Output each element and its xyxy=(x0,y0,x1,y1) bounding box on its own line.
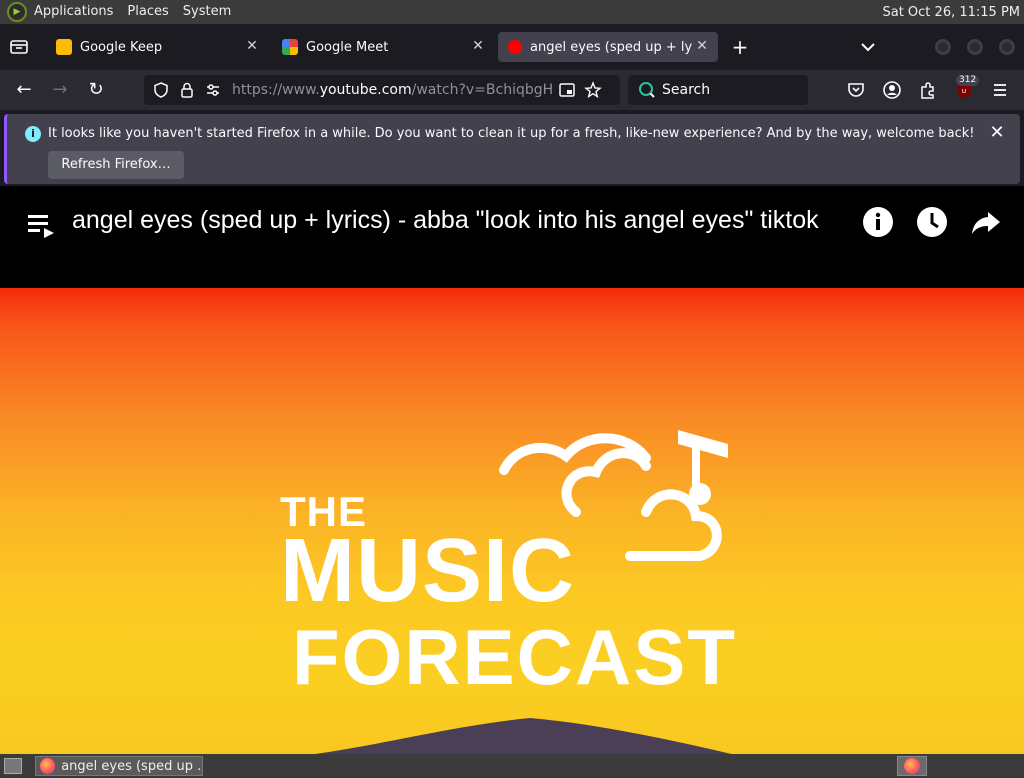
close-tab-icon[interactable]: ✕ xyxy=(470,38,486,54)
google-meet-icon xyxy=(282,39,298,55)
menu-applications[interactable]: Applications xyxy=(27,0,120,24)
video-header: angel eyes (sped up + lyrics) - abba "lo… xyxy=(0,186,1024,288)
minimize-button[interactable] xyxy=(935,39,951,55)
cloud-music-note-icon xyxy=(499,430,728,561)
show-desktop-icon[interactable] xyxy=(4,758,22,774)
bookmark-star-icon[interactable] xyxy=(584,81,602,99)
url-path: /watch?v=BchiqbgHCyw8 xyxy=(411,82,552,98)
distro-logo-icon[interactable]: ▶ xyxy=(7,2,27,22)
close-notification-icon[interactable]: ✕ xyxy=(988,124,1006,142)
workspace-firefox-icon[interactable] xyxy=(897,756,927,776)
close-tab-icon[interactable]: ✕ xyxy=(694,38,710,54)
extensions-icon[interactable] xyxy=(918,80,938,100)
close-tab-icon[interactable]: ✕ xyxy=(244,38,260,54)
refresh-firefox-button[interactable]: Refresh Firefox… xyxy=(48,151,184,179)
navigation-toolbar: ← → ↻ https://www.youtube.com/watch?v=Bc… xyxy=(0,70,1024,110)
sidebar-toggle-icon[interactable] xyxy=(9,38,29,56)
account-icon[interactable] xyxy=(882,80,902,100)
url-bar[interactable]: https://www.youtube.com/watch?v=BchiqbgH… xyxy=(144,75,620,105)
shield-icon[interactable] xyxy=(152,81,170,99)
tab-google-keep[interactable]: Google Keep ✕ xyxy=(46,32,268,62)
list-all-tabs-icon[interactable] xyxy=(858,37,878,57)
picture-in-picture-icon[interactable] xyxy=(558,81,576,99)
tab-label: Google Meet xyxy=(306,39,389,55)
svg-text:u: u xyxy=(962,87,966,95)
reload-button[interactable]: ↻ xyxy=(86,80,106,100)
watch-later-icon[interactable] xyxy=(916,206,948,238)
url-domain: youtube.com xyxy=(319,82,412,98)
tab-youtube-active[interactable]: angel eyes (sped up + lyrics) - abba ✕ xyxy=(498,32,718,62)
menu-system[interactable]: System xyxy=(176,0,238,24)
info-icon[interactable] xyxy=(862,206,894,238)
menu-places[interactable]: Places xyxy=(120,0,175,24)
info-icon: i xyxy=(25,126,41,142)
new-tab-button[interactable]: + xyxy=(730,37,750,57)
search-placeholder: Search xyxy=(662,82,711,98)
video-title[interactable]: angel eyes (sped up + lyrics) - abba "lo… xyxy=(72,206,852,235)
taskbar-window-label: angel eyes (sped up ... xyxy=(61,758,202,774)
tab-google-meet[interactable]: Google Meet ✕ xyxy=(272,32,494,62)
back-button[interactable]: ← xyxy=(14,80,34,100)
google-keep-icon xyxy=(56,39,72,55)
pocket-icon[interactable] xyxy=(846,80,866,100)
mountain-silhouette xyxy=(314,718,732,754)
firefox-icon xyxy=(40,758,56,774)
maximize-button[interactable] xyxy=(967,39,983,55)
tab-label: Google Keep xyxy=(80,39,163,55)
forward-button[interactable]: → xyxy=(50,80,70,100)
youtube-icon xyxy=(508,40,522,54)
tab-strip: Google Keep ✕ Google Meet ✕ angel eyes (… xyxy=(0,24,1024,70)
url-text[interactable]: https://www.youtube.com/watch?v=BchiqbgH… xyxy=(232,82,552,98)
playlist-icon[interactable] xyxy=(26,210,56,240)
url-prefix: https://www. xyxy=(232,82,320,98)
refresh-firefox-notification: i It looks like you haven't started Fire… xyxy=(4,114,1020,184)
permissions-icon[interactable] xyxy=(204,81,222,99)
firefox-icon xyxy=(904,758,920,774)
video-player[interactable]: THE MUSIC FORECAST xyxy=(0,288,1024,754)
hamburger-menu-icon[interactable] xyxy=(990,80,1010,100)
search-engine-icon xyxy=(639,82,655,98)
taskbar-window-firefox[interactable]: angel eyes (sped up ... xyxy=(35,756,203,776)
top-panel: ▶ Applications Places System Sat Oct 26,… xyxy=(0,0,1024,24)
bottom-taskbar: angel eyes (sped up ... xyxy=(0,754,1024,778)
close-window-button[interactable] xyxy=(999,39,1015,55)
ublock-count-badge: 312 xyxy=(956,75,980,86)
lock-icon[interactable] xyxy=(178,81,196,99)
share-icon[interactable] xyxy=(970,206,1002,238)
search-bar[interactable]: Search xyxy=(628,75,808,105)
clock[interactable]: Sat Oct 26, 11:15 PM xyxy=(882,5,1024,20)
logo-text-forecast: FORECAST xyxy=(292,613,737,701)
notification-message: It looks like you haven't started Firefo… xyxy=(48,126,975,141)
tab-label: angel eyes (sped up + lyrics) - abba xyxy=(530,39,692,55)
